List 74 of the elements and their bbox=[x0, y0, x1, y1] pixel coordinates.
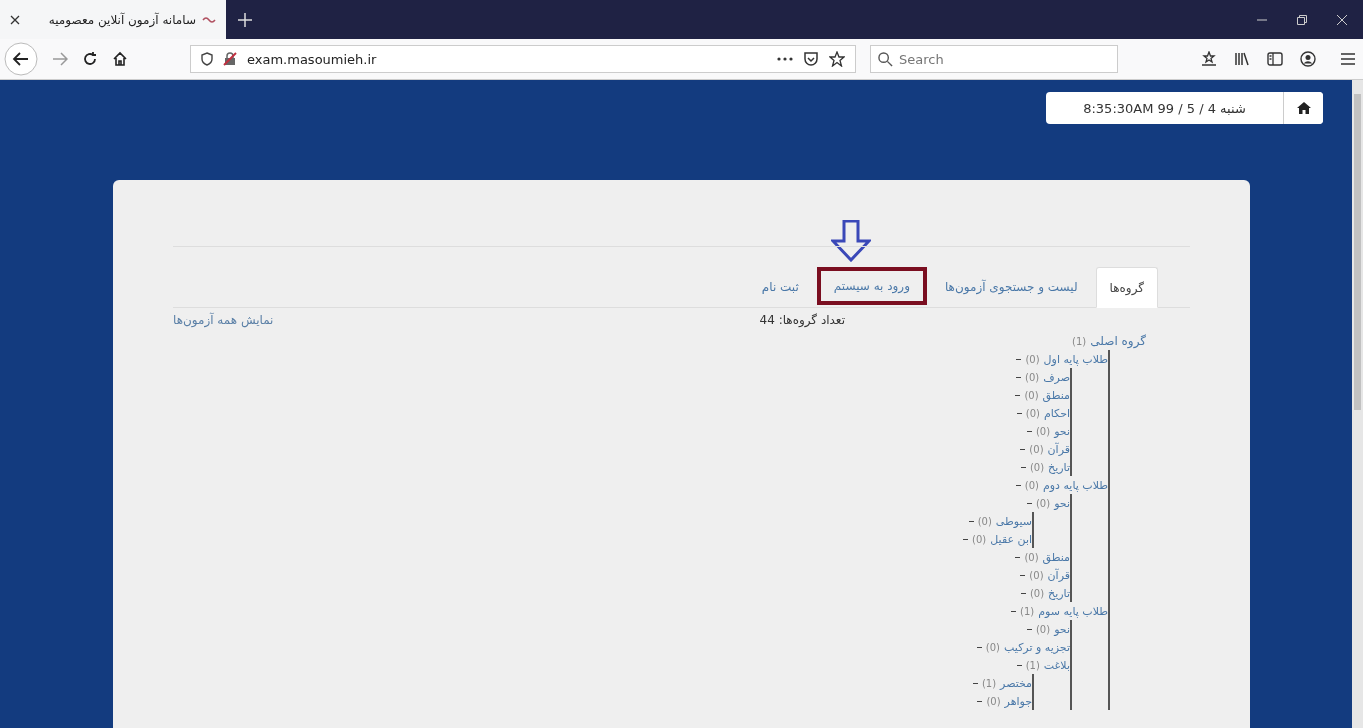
restore-icon[interactable] bbox=[1297, 14, 1307, 25]
group-link[interactable]: سیوطی bbox=[995, 514, 1032, 528]
exam-count: (0) bbox=[1025, 407, 1040, 419]
group-link[interactable]: ابن عقیل bbox=[990, 532, 1032, 546]
exam-count: (0) bbox=[1024, 479, 1039, 491]
group-link[interactable]: طلاب پایه اول bbox=[1043, 352, 1108, 366]
exam-count: (0) bbox=[985, 641, 1000, 653]
group-link[interactable]: نحو bbox=[1054, 496, 1070, 510]
down-arrow-icon bbox=[831, 220, 871, 262]
star-tray-icon[interactable] bbox=[1201, 51, 1217, 67]
back-icon[interactable] bbox=[4, 42, 38, 76]
scrollbar-thumb[interactable] bbox=[1354, 94, 1361, 410]
group-link[interactable]: تاریخ bbox=[1048, 460, 1070, 474]
browser-tab[interactable]: سامانه آزمون آنلاین معصومیه bbox=[0, 0, 226, 39]
group-link[interactable]: نحو bbox=[1054, 622, 1070, 636]
group-link[interactable]: تجزیه و ترکیب bbox=[1004, 640, 1070, 654]
group-link[interactable]: قرآن bbox=[1047, 442, 1070, 456]
home-icon bbox=[1296, 102, 1311, 114]
home-icon[interactable] bbox=[112, 51, 128, 67]
tab[interactable]: ورود به سیستم bbox=[816, 267, 927, 305]
reload-icon[interactable] bbox=[82, 51, 98, 67]
close-icon[interactable] bbox=[10, 14, 20, 25]
star-icon[interactable] bbox=[829, 51, 845, 67]
tab[interactable]: ثبت نام bbox=[747, 267, 813, 307]
exam-count: (0) bbox=[1035, 497, 1051, 509]
exam-count: (0) bbox=[1025, 371, 1040, 383]
group-link[interactable]: تاریخ bbox=[1048, 586, 1070, 600]
tab[interactable]: گروه‌ها bbox=[1095, 267, 1158, 308]
group-link[interactable]: طلاب پایه سوم bbox=[1038, 604, 1108, 618]
tab[interactable]: لیست و جستجوی آزمون‌ها bbox=[930, 267, 1092, 307]
exam-count: (0) bbox=[1035, 623, 1051, 635]
group-link[interactable]: جواهر bbox=[1004, 694, 1032, 708]
exam-count: (0) bbox=[1029, 443, 1044, 455]
exam-count: (0) bbox=[1035, 425, 1051, 437]
exam-count: (0) bbox=[1029, 461, 1045, 473]
forward-icon[interactable] bbox=[52, 51, 68, 67]
show-all-link[interactable]: نمایش همه آزمون‌ها bbox=[173, 313, 274, 327]
account-icon[interactable] bbox=[1300, 51, 1316, 67]
exam-count: (0) bbox=[986, 695, 1001, 707]
exam-count: (0) bbox=[977, 515, 992, 527]
lock-icon bbox=[223, 52, 237, 66]
group-link[interactable]: منطق bbox=[1042, 388, 1070, 402]
group-count: تعداد گروه‌ها: 44 bbox=[759, 313, 845, 327]
group-link[interactable]: طلاب پایه دوم bbox=[1042, 478, 1108, 492]
exam-count: (0) bbox=[1024, 551, 1039, 563]
exam-count: (1) bbox=[1072, 335, 1087, 347]
group-link[interactable]: مختصر bbox=[1000, 676, 1032, 690]
exam-count: (0) bbox=[972, 533, 987, 545]
group-link[interactable]: صرف bbox=[1043, 370, 1070, 384]
exam-count: (0) bbox=[1025, 353, 1040, 365]
group-link[interactable]: احکام bbox=[1043, 406, 1070, 420]
menu-icon[interactable] bbox=[1341, 53, 1355, 65]
group-link[interactable]: گروه اصلی bbox=[1090, 334, 1146, 348]
pocket-icon[interactable] bbox=[803, 51, 819, 67]
exam-count: (0) bbox=[1024, 389, 1039, 401]
exam-count: (1) bbox=[1025, 659, 1040, 671]
search-field[interactable]: Search bbox=[870, 45, 1118, 73]
exam-count: (0) bbox=[1029, 569, 1044, 581]
library-icon[interactable] bbox=[1234, 51, 1250, 67]
exam-count: (1) bbox=[981, 677, 997, 689]
group-link[interactable]: منطق bbox=[1042, 550, 1070, 564]
address-bar[interactable]: exam.masoumieh.ir bbox=[190, 45, 856, 73]
group-link[interactable]: بلاغت bbox=[1043, 658, 1070, 672]
exam-count: (0) bbox=[1029, 587, 1045, 599]
home-button[interactable] bbox=[1283, 92, 1323, 124]
exam-count: (1) bbox=[1020, 605, 1035, 617]
more-icon[interactable] bbox=[777, 57, 793, 61]
new-tab-icon[interactable] bbox=[238, 12, 252, 27]
date-time: شنبه 4 / 5 / 99 8:35:30AM bbox=[1082, 99, 1247, 118]
sidebar-icon[interactable] bbox=[1267, 51, 1283, 67]
group-link[interactable]: قرآن bbox=[1047, 568, 1070, 582]
group-link[interactable]: نحو bbox=[1054, 424, 1070, 438]
shield-icon bbox=[201, 52, 213, 66]
flourish-icon bbox=[202, 15, 216, 24]
